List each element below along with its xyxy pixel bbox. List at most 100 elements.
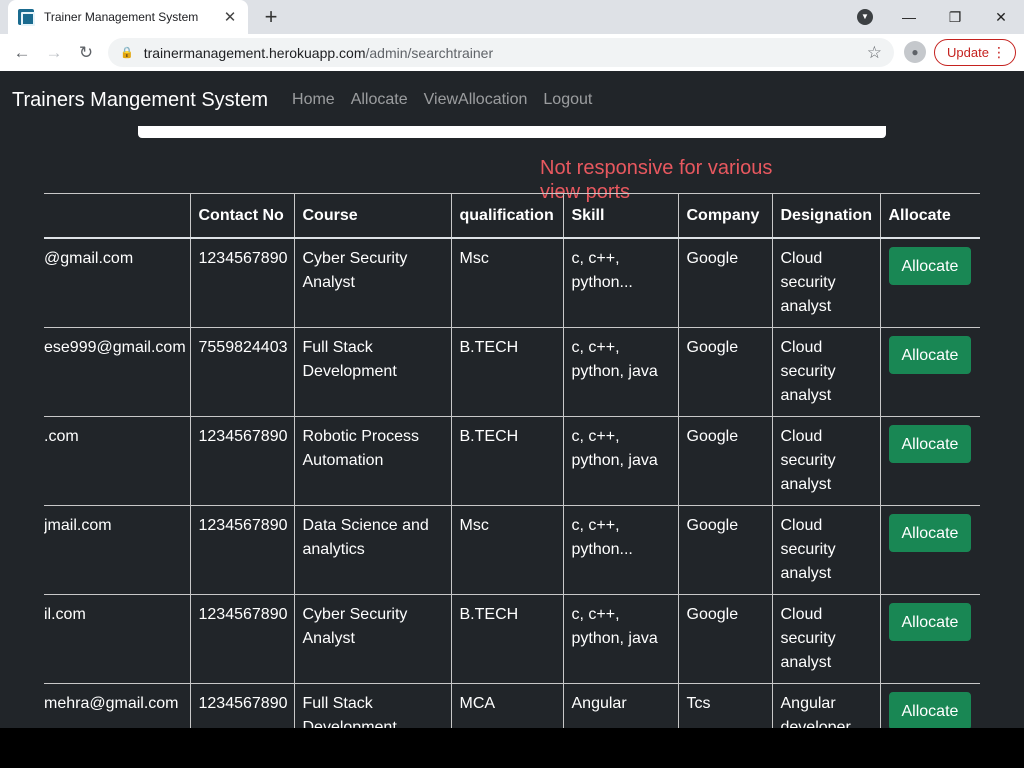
cell-designation: Cloud security analyst <box>771 416 881 506</box>
allocate-button[interactable]: Allocate <box>888 514 972 552</box>
cell-qualification: Msc <box>450 237 564 328</box>
cell-action: Allocate <box>879 327 980 417</box>
tab-search-icon[interactable]: ▼ <box>857 9 873 25</box>
allocate-button[interactable]: Allocate <box>888 425 972 463</box>
allocate-button[interactable]: Allocate <box>888 603 972 641</box>
restore-icon[interactable]: ❐ <box>932 9 978 26</box>
cell-email: il.com <box>44 594 191 684</box>
header-allocate: Allocate <box>879 193 980 239</box>
cell-course: Data Science and analytics <box>293 505 452 595</box>
cell-contact: 1234567890 <box>189 594 295 684</box>
cell-company: Tcs <box>677 683 773 728</box>
allocate-button[interactable]: Allocate <box>888 336 972 374</box>
header-skill: Skill <box>562 193 679 239</box>
header-contact: Contact No <box>189 193 295 239</box>
tab-title: Trainer Management System <box>44 10 199 24</box>
lock-icon[interactable]: 🔒 <box>120 46 134 59</box>
table-row: jmail.com 1234567890 Data Science and an… <box>44 505 980 595</box>
close-window-icon[interactable]: ✕ <box>978 9 1024 26</box>
cell-email: .com <box>44 416 191 506</box>
cell-contact: 1234567890 <box>189 683 295 728</box>
nav-link-allocate[interactable]: Allocate <box>351 91 408 109</box>
trainer-table-container: Contact No Course qualification Skill Co… <box>44 193 980 728</box>
nav-link-home[interactable]: Home <box>292 91 335 109</box>
cell-company: Google <box>677 237 773 328</box>
cell-designation: Cloud security analyst <box>771 327 881 417</box>
forward-icon[interactable]: → <box>38 43 70 63</box>
browser-toolbar: ← → ↻ 🔒 trainermanagement.herokuapp.com/… <box>0 34 1024 71</box>
cell-qualification: B.TECH <box>450 416 564 506</box>
cell-course: Full Stack Development <box>293 683 452 728</box>
cell-company: Google <box>677 327 773 417</box>
bookmark-star-icon[interactable]: ☆ <box>867 43 882 63</box>
table-row: mehra@gmail.com 1234567890 Full Stack De… <box>44 683 980 728</box>
cell-company: Google <box>677 505 773 595</box>
cell-qualification: B.TECH <box>450 594 564 684</box>
trainer-table: Contact No Course qualification Skill Co… <box>44 193 980 728</box>
cell-company: Google <box>677 594 773 684</box>
minimize-icon[interactable]: — <box>886 9 932 25</box>
url-text[interactable]: trainermanagement.herokuapp.com/admin/se… <box>144 45 867 61</box>
header-course: Course <box>293 193 452 239</box>
cell-designation: Cloud security analyst <box>771 594 881 684</box>
cell-action: Allocate <box>879 505 980 595</box>
table-row: @gmail.com 1234567890 Cyber Security Ana… <box>44 237 980 328</box>
browser-tab[interactable]: Trainer Management System ✕ <box>8 0 248 34</box>
table-header-row: Contact No Course qualification Skill Co… <box>44 193 980 239</box>
cell-action: Allocate <box>879 237 980 328</box>
cell-designation: Angular developer <box>771 683 881 728</box>
menu-dots-icon[interactable]: ⋮ <box>992 44 1006 61</box>
browser-tab-strip: Trainer Management System ✕ + ▼ — ❐ ✕ <box>0 0 1024 34</box>
cell-course: Cyber Security Analyst <box>293 594 452 684</box>
cell-skill: c, c++, python, java <box>562 327 679 417</box>
nav-link-logout[interactable]: Logout <box>543 91 592 109</box>
cell-qualification: B.TECH <box>450 327 564 417</box>
cell-contact: 7559824403 <box>189 327 295 417</box>
cell-skill: c, c++, python, java <box>562 594 679 684</box>
cell-course: Cyber Security Analyst <box>293 237 452 328</box>
cell-skill: c, c++, python... <box>562 237 679 328</box>
cell-course: Full Stack Development <box>293 327 452 417</box>
search-box-edge[interactable] <box>138 126 886 138</box>
profile-avatar-icon[interactable]: ● <box>904 41 926 63</box>
new-tab-button[interactable]: + <box>258 4 284 30</box>
site-navbar: Trainers Mangement System Home Allocate … <box>0 71 1024 129</box>
cell-email: mehra@gmail.com <box>44 683 191 728</box>
header-designation: Designation <box>771 193 881 239</box>
cell-qualification: Msc <box>450 505 564 595</box>
table-row: ese999@gmail.com 7559824403 Full Stack D… <box>44 327 980 417</box>
nav-link-viewallocation[interactable]: ViewAllocation <box>424 91 528 109</box>
allocate-button[interactable]: Allocate <box>888 247 972 285</box>
update-button[interactable]: Update ⋮ <box>934 39 1016 66</box>
window-controls: — ❐ ✕ <box>886 0 1024 34</box>
cell-contact: 1234567890 <box>189 505 295 595</box>
reload-icon[interactable]: ↻ <box>70 43 102 63</box>
site-favicon-icon <box>18 9 35 26</box>
page-content: Trainers Mangement System Home Allocate … <box>0 71 1024 728</box>
cell-designation: Cloud security analyst <box>771 237 881 328</box>
cell-qualification: MCA <box>450 683 564 728</box>
cell-email: jmail.com <box>44 505 191 595</box>
header-email <box>44 193 191 239</box>
allocate-button[interactable]: Allocate <box>888 692 972 728</box>
table-row: il.com 1234567890 Cyber Security Analyst… <box>44 594 980 684</box>
cell-company: Google <box>677 416 773 506</box>
header-qualification: qualification <box>450 193 564 239</box>
cell-action: Allocate <box>879 594 980 684</box>
cell-action: Allocate <box>879 683 980 728</box>
cell-course: Robotic Process Automation <box>293 416 452 506</box>
header-company: Company <box>677 193 773 239</box>
close-tab-icon[interactable]: ✕ <box>222 8 238 26</box>
cell-email: ese999@gmail.com <box>44 327 191 417</box>
navbar-brand[interactable]: Trainers Mangement System <box>12 89 268 112</box>
back-icon[interactable]: ← <box>6 43 38 63</box>
cell-contact: 1234567890 <box>189 416 295 506</box>
cell-skill: Angular <box>562 683 679 728</box>
address-bar[interactable]: 🔒 trainermanagement.herokuapp.com/admin/… <box>108 38 894 67</box>
cell-email: @gmail.com <box>44 237 191 328</box>
cell-skill: c, c++, python, java <box>562 416 679 506</box>
table-row: .com 1234567890 Robotic Process Automati… <box>44 416 980 506</box>
cell-contact: 1234567890 <box>189 237 295 328</box>
cell-skill: c, c++, python... <box>562 505 679 595</box>
bottom-black-bar <box>0 728 1024 768</box>
